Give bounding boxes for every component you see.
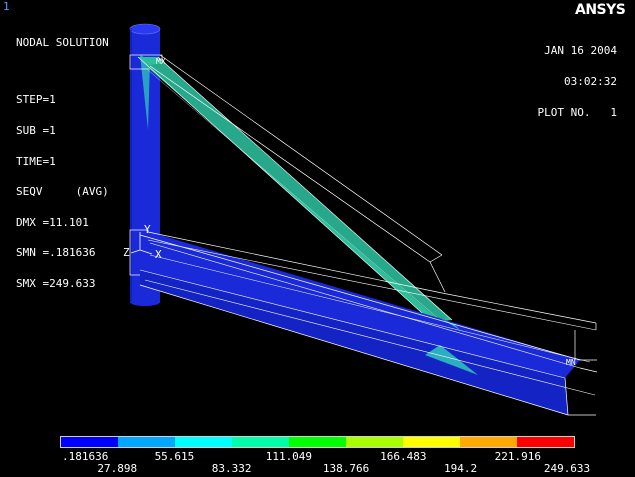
fe-model[interactable]: Y Z X MX MN [0,0,635,477]
legend-swatch-4 [232,437,289,447]
legend-swatch-6 [346,437,403,447]
legend-label-bottom: 194.2 [443,462,478,475]
mx-marker: MX [156,57,166,66]
legend-label-top: 111.049 [265,450,313,463]
legend-label-bottom: 83.332 [211,462,252,475]
legend-swatch-7 [403,437,460,447]
legend-label-bottom: 249.633 [543,462,591,475]
legend-label-bottom: 27.898 [97,462,138,475]
legend-swatch-2 [118,437,175,447]
graphics-viewport[interactable]: 1 ANSYS NODAL SOLUTION STEP=1 SUB =1 TIM… [0,0,635,477]
legend-label-top: .181636 [62,450,109,463]
legend-label-top: 166.483 [380,450,427,463]
legend-label-top: 55.615 [154,450,195,463]
legend-swatch-9 [517,437,574,447]
legend-label-bottom: 138.766 [322,462,370,475]
legend-swatch-1 [61,437,118,447]
contour-legend-bar [60,436,575,448]
legend-swatch-5 [289,437,346,447]
legend-label-top: 221.916 [494,450,541,463]
mn-marker: MN [566,358,576,367]
legend-swatch-8 [460,437,517,447]
triad-x-label: X [155,248,162,261]
legend-swatch-3 [175,437,232,447]
triad-z-label: Z [123,246,130,259]
triad-y-label: Y [144,223,151,236]
